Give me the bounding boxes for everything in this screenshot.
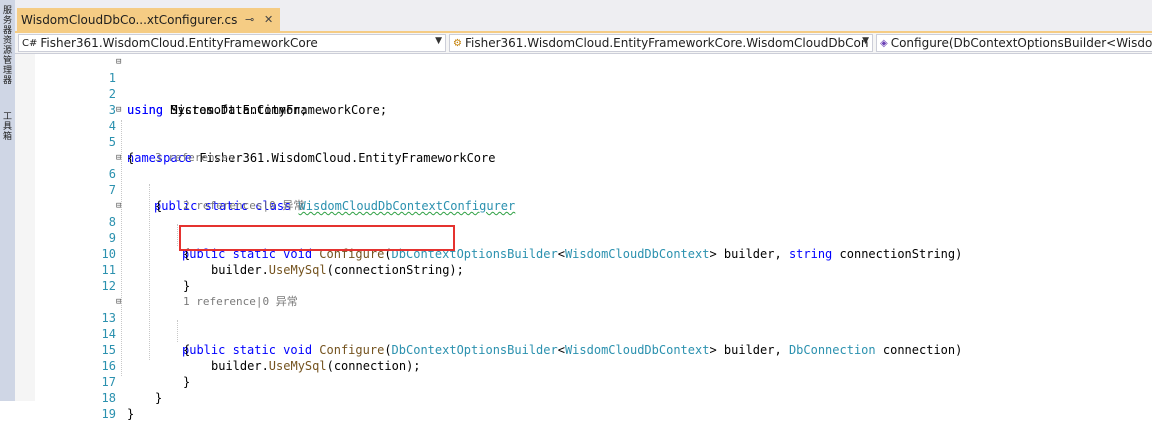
csharp-project-icon: C#: [22, 37, 38, 49]
member-dropdown[interactable]: ◈ Configure(DbContextOptionsBuilder<Wisd…: [876, 34, 1152, 52]
code-line: 6 ⊟ public static class WisdomCloudDbCon…: [35, 150, 1152, 213]
server-explorer-tab[interactable]: 服务器资源管理器: [1, 6, 14, 86]
indicator-margin: [15, 54, 35, 401]
codelens-line: 1 reference|0 异常: [35, 278, 1152, 308]
project-dropdown[interactable]: C# Fisher361.WisdomCloud.EntityFramework…: [18, 34, 446, 52]
code-line: 5 {: [35, 118, 1152, 165]
code-line: 15 builder.UseMySql(connection);: [35, 326, 1152, 373]
line-number: 19: [101, 407, 116, 421]
code-line: 18 }: [35, 374, 1152, 421]
code-text: }: [127, 407, 135, 421]
member-dropdown-label: Configure(DbContextOptionsBuilder<Wisdom…: [890, 36, 1152, 50]
collapse-icon[interactable]: ⊟: [116, 150, 125, 166]
code-line: 12: [35, 262, 1152, 293]
codelens-line: 3 references: [35, 134, 1152, 164]
code-line: 17 }: [35, 358, 1152, 405]
collapse-icon[interactable]: ⊟: [116, 102, 125, 118]
code-line: 19: [35, 390, 1152, 421]
navigation-bar: C# Fisher361.WisdomCloud.EntityFramework…: [15, 33, 1152, 54]
toolbox-tab[interactable]: 工具箱: [1, 112, 14, 142]
code-line: 1 ⊟ using System.Data.Common;: [35, 54, 1152, 117]
code-line: 4 ⊟ namespace Fisher361.WisdomCloud.Enti…: [35, 102, 1152, 165]
code-line: 2 using Microsoft.EntityFrameworkCore;: [35, 70, 1152, 117]
document-tab-title: WisdomCloudDbCo...xtConfigurer.cs: [21, 13, 238, 27]
left-toolwindow-strip: 服务器资源管理器 工具箱: [0, 0, 16, 401]
code-line: 14 {: [35, 310, 1152, 357]
class-dropdown[interactable]: ⚙ Fisher361.WisdomCloud.EntityFrameworkC…: [449, 34, 873, 52]
class-dropdown-label: Fisher361.WisdomCloud.EntityFrameworkCor…: [464, 36, 869, 50]
close-icon[interactable]: ✕: [264, 13, 273, 26]
collapse-icon[interactable]: ⊟: [116, 54, 125, 70]
chevron-down-icon: ▼: [862, 36, 869, 46]
method-icon: ◈: [880, 37, 888, 49]
codelens-line: 2 references|0 异常: [35, 182, 1152, 212]
pin-icon[interactable]: ⊸: [245, 13, 254, 26]
highlight-annotation-box: [179, 225, 455, 251]
code-line: 16 }: [35, 342, 1152, 389]
code-line: 3: [35, 86, 1152, 117]
code-line: 7 {: [35, 166, 1152, 213]
class-icon: ⚙: [453, 37, 462, 49]
chevron-down-icon: ▼: [435, 36, 442, 46]
project-dropdown-label: Fisher361.WisdomCloud.EntityFrameworkCor…: [40, 36, 318, 50]
code-line: 13 ⊟ public static void Configure(DbCont…: [35, 294, 1152, 357]
document-tab-strip: WisdomCloudDbCo...xtConfigurer.cs ⊸ ✕: [15, 0, 1152, 33]
collapse-icon[interactable]: ⊟: [116, 198, 125, 214]
document-tab[interactable]: WisdomCloudDbCo...xtConfigurer.cs ⊸ ✕: [17, 8, 280, 32]
collapse-icon[interactable]: ⊟: [116, 294, 125, 310]
code-line: 8 ⊟ public static void Configure(DbConte…: [35, 198, 1152, 261]
